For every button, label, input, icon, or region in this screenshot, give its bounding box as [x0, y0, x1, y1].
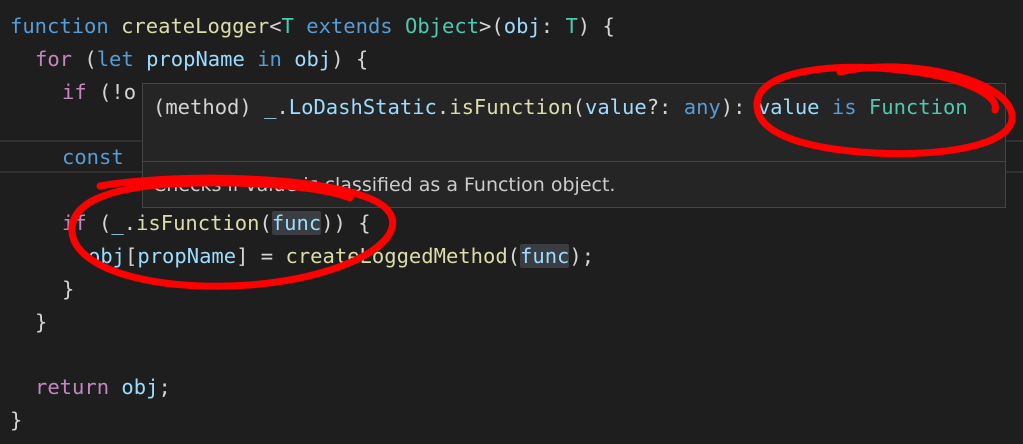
punctuation: :	[540, 14, 566, 38]
keyword: function	[10, 14, 109, 38]
punctuation: ?:	[646, 95, 684, 119]
punctuation: ;	[158, 375, 171, 399]
signature-param: value	[585, 95, 647, 119]
punctuation: ):	[720, 95, 758, 119]
code-line-8[interactable]: }	[35, 306, 47, 339]
brace: }	[35, 310, 48, 334]
signature-param-type: any	[683, 95, 721, 119]
hover-signature: (method) _.LoDashStatic.isFunction(value…	[153, 91, 998, 123]
code-line-6[interactable]: obj[propName] = createLoggedMethod(func)…	[88, 240, 594, 273]
punctuation: ) {	[331, 47, 369, 71]
code-text: (!o	[86, 80, 137, 104]
punctuation: );	[569, 244, 595, 268]
hover-documentation: Checks if value is classified as a Funct…	[153, 174, 616, 196]
punctuation: (	[572, 95, 585, 119]
punctuation: (	[259, 211, 272, 235]
brace: }	[62, 277, 75, 301]
keyword: let	[96, 47, 134, 71]
punctuation: ] =	[236, 244, 286, 268]
highlighted-variable: func	[271, 211, 322, 235]
function-name: createLoggedMethod	[285, 244, 508, 268]
highlighted-variable: func	[520, 244, 570, 268]
code-line-10[interactable]: return obj;	[35, 371, 171, 404]
function-name: isFunction	[136, 211, 260, 235]
punctuation: (	[507, 244, 521, 268]
code-line-11[interactable]: }	[10, 404, 22, 437]
signature-return-param: value	[757, 95, 820, 119]
variable: obj	[88, 244, 126, 268]
signature-interface: LoDashStatic	[288, 95, 437, 119]
punctuation: .	[276, 95, 289, 119]
punctuation: >(	[479, 14, 504, 38]
code-line-5[interactable]: if (_.isFunction(func)) {	[62, 207, 371, 240]
signature-kind: (method)	[153, 95, 265, 119]
function-name: createLogger	[121, 14, 270, 38]
keyword: extends	[306, 14, 393, 38]
param-name: obj	[503, 14, 541, 38]
variable: propName	[146, 47, 245, 71]
punctuation: [	[125, 244, 138, 268]
keyword: return	[35, 375, 110, 399]
type-param: T	[281, 14, 294, 38]
variable: propName	[137, 244, 237, 268]
punctuation: (	[86, 211, 112, 235]
hover-tooltip: (method) _.LoDashStatic.isFunction(value…	[142, 83, 1006, 208]
punctuation: <	[269, 14, 282, 38]
type-name: Object	[404, 14, 480, 38]
code-line-1[interactable]: function createLogger<T extends Object>(…	[10, 10, 615, 43]
keyword: for	[35, 47, 73, 71]
variable: obj	[294, 47, 332, 71]
punctuation: ) {	[577, 14, 615, 38]
keyword: if	[62, 80, 87, 104]
punctuation: .	[436, 95, 450, 119]
type-name: T	[565, 14, 578, 38]
keyword: if	[62, 211, 87, 235]
hover-divider	[143, 161, 1005, 162]
signature-is-keyword: is	[819, 95, 869, 119]
punctuation: )) {	[321, 211, 371, 235]
code-line-7[interactable]: }	[62, 273, 74, 306]
variable: _	[111, 211, 124, 235]
code-editor[interactable]: function createLogger<T extends Object>(…	[0, 0, 1023, 444]
signature-namespace: _	[264, 95, 277, 119]
variable: obj	[121, 375, 159, 399]
punctuation: (	[72, 47, 97, 71]
keyword: const	[62, 145, 124, 169]
code-line-3[interactable]: if (!o	[62, 76, 136, 109]
code-line-2[interactable]: for (let propName in obj) {	[35, 43, 368, 76]
signature-function: isFunction	[449, 95, 573, 119]
code-line-4[interactable]: const	[62, 141, 124, 174]
punctuation: .	[123, 211, 137, 235]
keyword: in	[257, 47, 282, 71]
signature-return-type: Function	[868, 95, 968, 119]
brace: }	[10, 408, 23, 432]
